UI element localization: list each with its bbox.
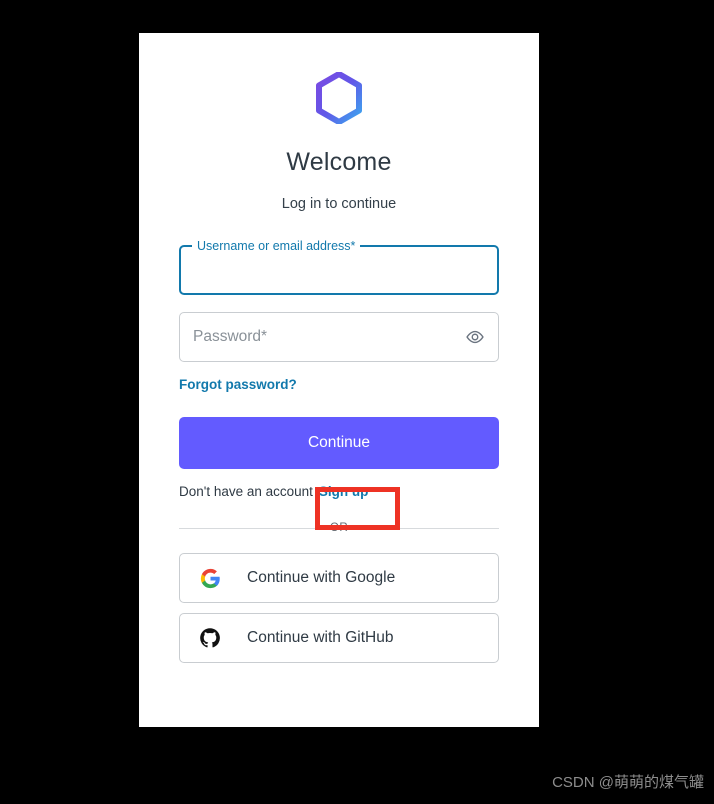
login-card: Welcome Log in to continue Username or e… xyxy=(139,33,539,727)
signup-link[interactable]: Sign up xyxy=(319,484,369,499)
signup-row: Don't have an account Sign up xyxy=(179,469,499,499)
forgot-password-row: Forgot password? xyxy=(179,362,499,394)
username-input[interactable] xyxy=(181,247,497,293)
hexagon-logo-icon xyxy=(316,72,362,124)
password-field-wrapper[interactable] xyxy=(179,312,499,362)
toggle-password-visibility-button[interactable] xyxy=(461,327,498,347)
continue-button[interactable]: Continue xyxy=(179,417,499,469)
or-divider: OR xyxy=(179,522,499,534)
signup-prompt-text: Don't have an account xyxy=(179,484,313,499)
forgot-password-link[interactable]: Forgot password? xyxy=(179,377,297,392)
page-title: Welcome xyxy=(286,148,392,176)
continue-with-github-button[interactable]: Continue with GitHub xyxy=(179,613,499,663)
eye-icon xyxy=(466,330,484,344)
password-input[interactable] xyxy=(180,328,461,346)
continue-with-google-button[interactable]: Continue with Google xyxy=(179,553,499,603)
github-icon xyxy=(198,626,222,650)
watermark-text: CSDN @萌萌的煤气罐 xyxy=(552,774,704,791)
page-subtitle: Log in to continue xyxy=(281,196,397,212)
username-field-wrapper[interactable]: Username or email address* xyxy=(179,238,499,295)
github-button-label: Continue with GitHub xyxy=(247,629,394,646)
logo-container xyxy=(139,33,539,124)
login-form: Username or email address* Forgot passwo… xyxy=(139,238,539,663)
google-button-label: Continue with Google xyxy=(247,569,396,586)
or-label: OR xyxy=(329,522,349,534)
google-icon xyxy=(198,566,222,590)
divider-line-right xyxy=(361,527,499,529)
divider-line-left xyxy=(179,527,317,529)
